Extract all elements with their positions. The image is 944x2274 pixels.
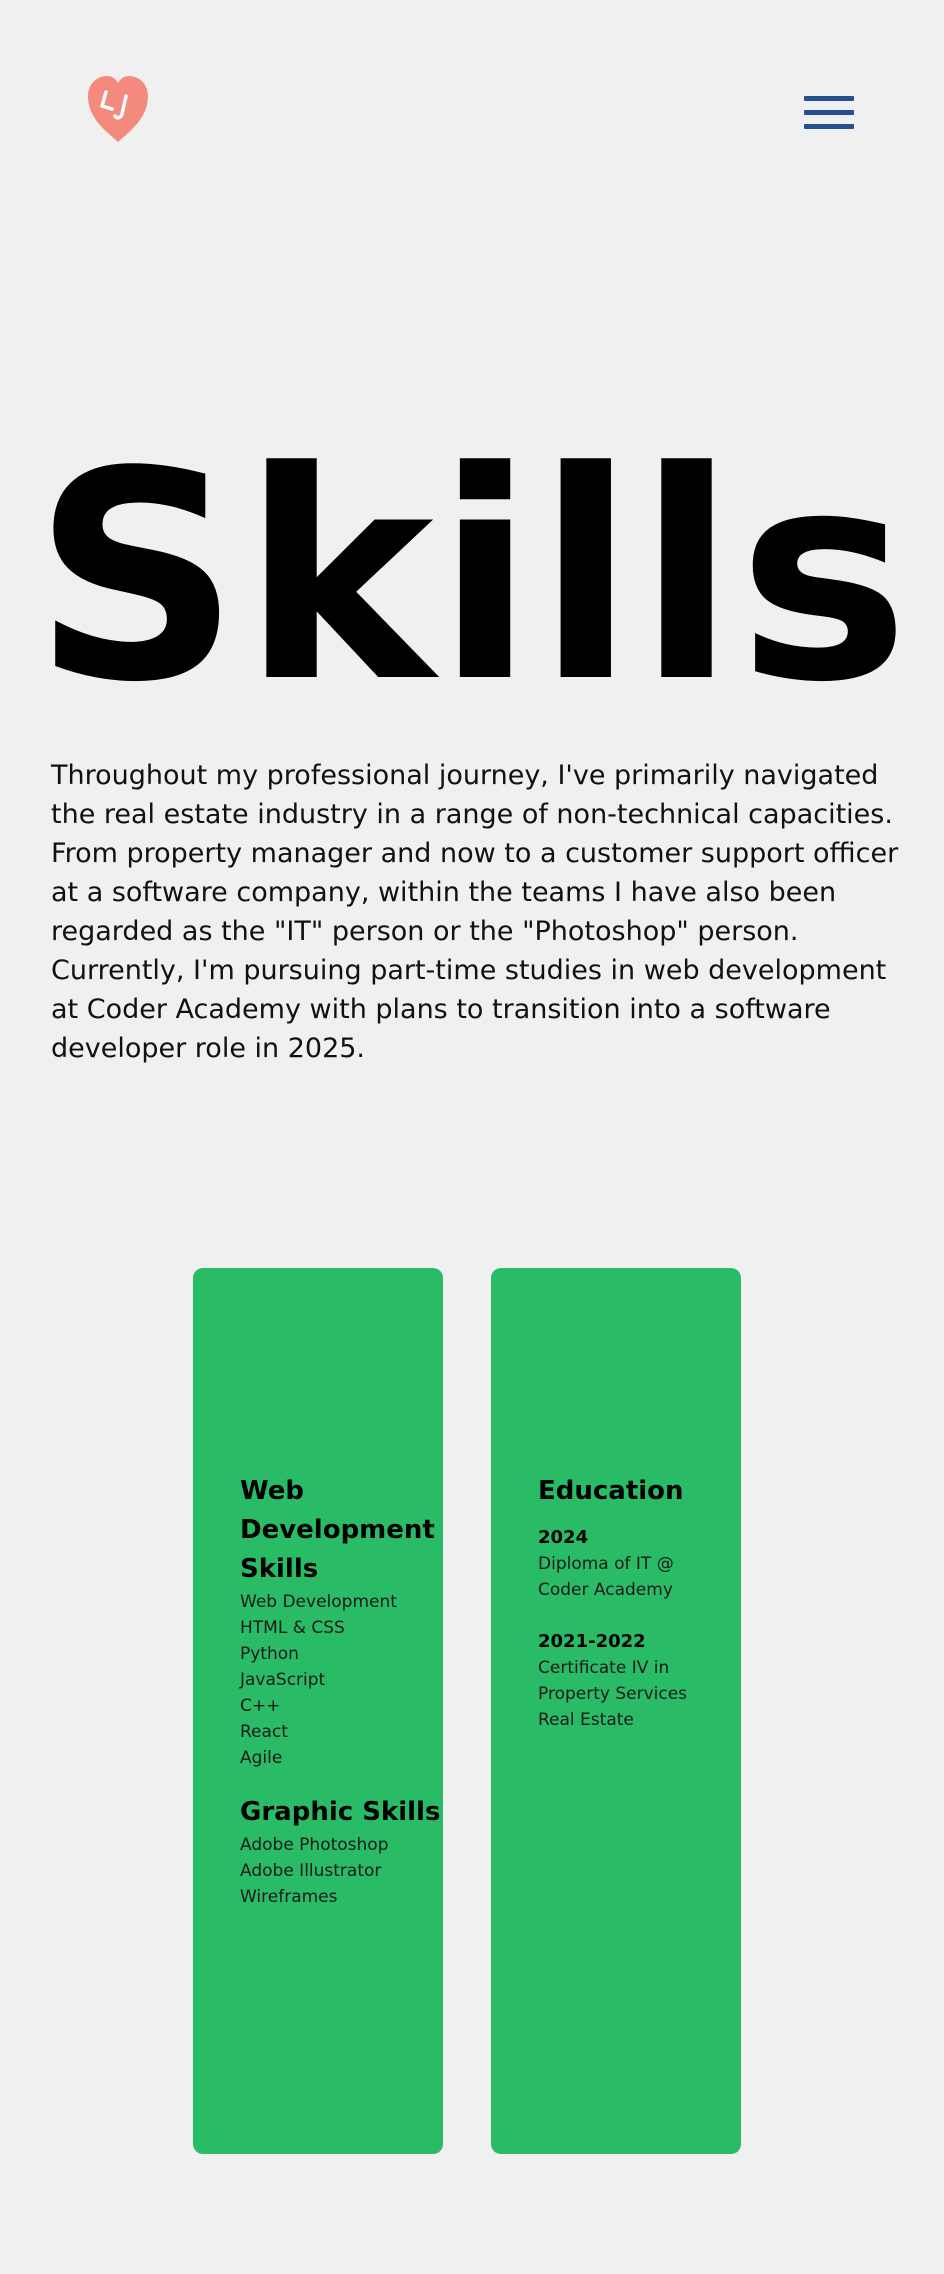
graphic-skills-heading: Graphic Skills [240, 1797, 441, 1827]
education-line: Certificate IV in [538, 1658, 670, 1678]
intro-paragraph: Throughout my professional journey, I've… [51, 760, 899, 947]
education-line: Coder Academy [538, 1580, 673, 1600]
education-line: Property Services [538, 1684, 688, 1704]
graphic-skills-list: Adobe Photoshop Adobe Illustrator Wirefr… [240, 1832, 443, 1910]
education-entry: 2021-2022 Certificate IV in Property Ser… [538, 1629, 741, 1733]
heart-face-logo-icon [88, 76, 148, 142]
list-item: Adobe Photoshop [240, 1835, 389, 1855]
list-item: Wireframes [240, 1887, 338, 1907]
menu-bar [804, 110, 854, 115]
list-item: Agile [240, 1748, 283, 1768]
list-item: JavaScript [240, 1670, 326, 1690]
education-year: 2024 [538, 1527, 589, 1548]
list-item: HTML & CSS [240, 1618, 345, 1638]
education-card: Education 2024 Diploma of IT @ Coder Aca… [491, 1268, 741, 2154]
list-item: Python [240, 1644, 299, 1664]
education-year: 2021-2022 [538, 1631, 646, 1652]
menu-bar [804, 96, 854, 101]
skills-card: Web Development Skills Web Development H… [193, 1268, 443, 2154]
home-logo-link[interactable] [82, 72, 154, 144]
hamburger-menu-icon[interactable] [804, 94, 854, 136]
list-item: Web Development [240, 1592, 397, 1612]
menu-bar [804, 124, 854, 129]
list-item: Adobe Illustrator [240, 1861, 382, 1881]
education-entry: 2024 Diploma of IT @ Coder Academy [538, 1525, 741, 1603]
education-heading: Education [538, 1476, 684, 1506]
intro-paragraph: Currently, I'm pursuing part-time studie… [51, 955, 887, 1064]
intro-text: Throughout my professional journey, I've… [51, 756, 901, 1068]
list-item: React [240, 1722, 288, 1742]
page-title: Skills [32, 410, 912, 745]
web-skills-heading: Web Development Skills [240, 1476, 435, 1584]
web-skills-list: Web Development HTML & CSS Python JavaSc… [240, 1589, 443, 1771]
education-line: Real Estate [538, 1710, 634, 1730]
list-item: C++ [240, 1696, 281, 1716]
education-line: Diploma of IT @ [538, 1554, 674, 1574]
